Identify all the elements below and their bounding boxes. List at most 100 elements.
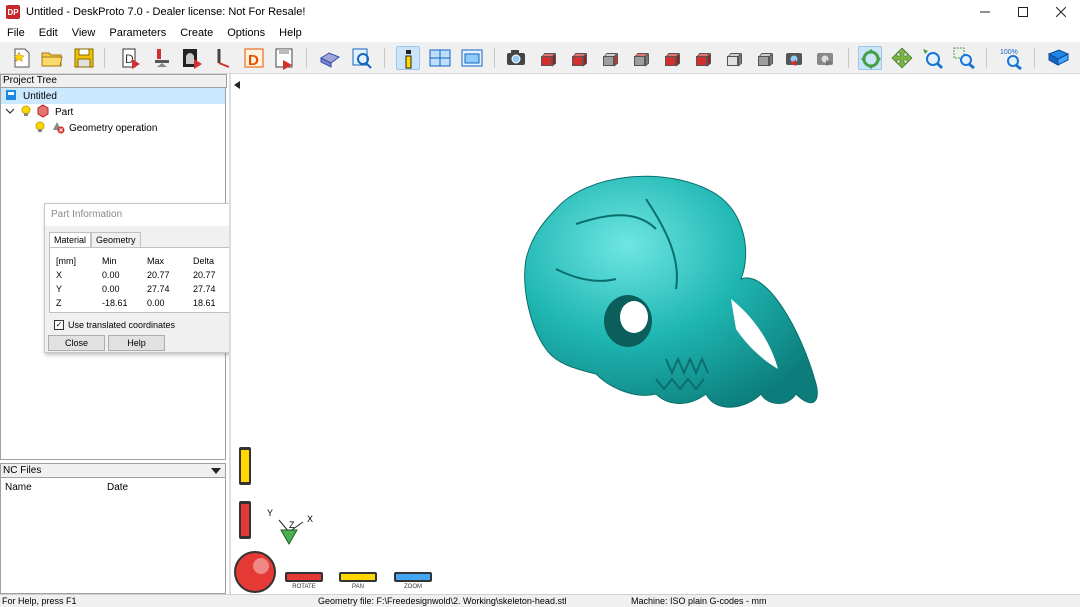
nc-files-list[interactable]: Name Date [0, 478, 226, 594]
tab-material[interactable]: Material [49, 232, 92, 248]
lightbulb-icon [35, 121, 47, 136]
window-view-icon[interactable] [460, 46, 484, 70]
status-machine: Machine: ISO plain G-codes - mm [631, 596, 767, 606]
cell-delta: 20.77 [193, 270, 216, 280]
dialog-title: Part Information [45, 204, 245, 226]
zoom-mode-icon[interactable] [920, 46, 944, 70]
close-button[interactable]: Close [48, 335, 105, 351]
zoom-100-icon[interactable]: 100% [1000, 46, 1024, 71]
project-parameters-icon[interactable]: D [118, 46, 142, 70]
axis-indicator-icon [278, 519, 304, 546]
cell-max: 0.00 [147, 298, 165, 308]
pan-control-label: PAN [352, 584, 364, 590]
zoom-control-icon[interactable] [393, 571, 433, 583]
previous-view-icon[interactable] [783, 46, 807, 70]
view-right-icon[interactable] [628, 46, 652, 70]
view-front-icon[interactable] [535, 46, 559, 70]
tab-body: [mm] Min Max Delta X 0.00 20.77 20.77 Y … [49, 247, 243, 313]
view-iso-icon[interactable] [721, 46, 745, 70]
part-parameters-icon[interactable] [150, 46, 174, 70]
header-max: Max [147, 256, 165, 266]
status-bar: For Help, press F1 Geometry file: F:\Fre… [0, 594, 1080, 607]
menu-edit[interactable]: Edit [32, 27, 65, 39]
lightbulb-icon [21, 105, 33, 120]
skull-model[interactable] [516, 169, 826, 439]
tab-geometry[interactable]: Geometry [91, 232, 141, 248]
project-icon [5, 89, 19, 104]
column-name[interactable]: Name [1, 481, 103, 495]
zoom-slider-icon[interactable] [238, 446, 252, 486]
operation-parameters-icon[interactable] [180, 46, 204, 70]
pan-mode-icon[interactable] [890, 46, 914, 70]
window-title: Untitled - DeskProto 7.0 - Dealer licens… [26, 6, 306, 18]
status-help: For Help, press F1 [2, 596, 77, 606]
column-date[interactable]: Date [103, 481, 128, 495]
nc-files-columns: Name Date [1, 481, 225, 495]
inspect-geometry-icon[interactable] [350, 46, 374, 70]
cell-min: 0.00 [102, 284, 120, 294]
menu-view[interactable]: View [65, 27, 103, 39]
tree-item-label: Part [55, 106, 74, 118]
header-unit: [mm] [56, 256, 76, 266]
save-icon[interactable] [72, 46, 96, 70]
part-information-icon[interactable] [396, 46, 420, 70]
open-folder-icon[interactable] [40, 46, 64, 70]
viewport[interactable]: Y Z X ROTATE PAN ZOOM [231, 74, 1080, 594]
tree-item-part[interactable]: Part [1, 103, 74, 120]
rotate-control-icon[interactable] [284, 571, 324, 583]
view-top-icon[interactable] [659, 46, 683, 70]
help-button[interactable]: Help [108, 335, 165, 351]
geometry-operation-icon [51, 120, 65, 137]
dialog-tabs: Material Geometry [49, 232, 141, 248]
close-icon[interactable] [1042, 0, 1080, 24]
zoom-control-label: ZOOM [404, 584, 422, 590]
split-view-icon[interactable] [428, 46, 452, 70]
menu-help[interactable]: Help [272, 27, 309, 39]
new-project-icon[interactable] [10, 46, 34, 70]
collapse-panel-icon[interactable] [234, 80, 240, 92]
nc-files-header: NC Files [0, 463, 226, 478]
chevron-down-icon[interactable] [5, 106, 17, 119]
view-iso2-icon[interactable] [752, 46, 776, 70]
checkmark-icon[interactable]: ✓ [54, 320, 64, 330]
title-bar: DP Untitled - DeskProto 7.0 - Dealer lic… [0, 0, 1080, 24]
cell-delta: 18.61 [193, 298, 216, 308]
show-geometry-icon[interactable] [318, 46, 342, 70]
cell-delta: 27.74 [193, 284, 216, 294]
next-view-icon[interactable] [814, 46, 838, 70]
axis-label-y: Y [267, 508, 274, 518]
svg-text:D: D [248, 52, 259, 69]
help-book-icon[interactable] [1046, 46, 1070, 70]
cell-min: -18.61 [102, 298, 128, 308]
maximize-icon[interactable] [1004, 0, 1042, 24]
toolpath-icon[interactable] [212, 46, 236, 70]
row-label: X [56, 270, 63, 280]
view-left-icon[interactable] [597, 46, 621, 70]
nc-program-icon[interactable]: D [242, 46, 266, 70]
cell-max: 27.74 [147, 284, 170, 294]
minimize-icon[interactable] [966, 0, 1004, 24]
camera-icon[interactable] [504, 46, 528, 70]
rotate-slider-icon[interactable] [238, 500, 252, 540]
tree-item-geometry-operation[interactable]: Geometry operation [1, 120, 157, 136]
save-nc-icon[interactable] [272, 46, 296, 70]
tree-item-untitled[interactable]: Untitled [1, 88, 225, 104]
menu-bar: File Edit View Parameters Create Options… [0, 24, 1080, 42]
rotation-dial-icon[interactable] [233, 548, 277, 594]
tree-item-label: Geometry operation [69, 122, 158, 134]
rotate-control-label: ROTATE [292, 584, 316, 590]
use-translated-checkbox[interactable]: ✓ Use translated coordinates [54, 320, 175, 330]
menu-options[interactable]: Options [220, 27, 272, 39]
menu-file[interactable]: File [0, 27, 32, 39]
app-icon: DP [6, 5, 20, 19]
header-delta: Delta [193, 256, 215, 266]
row-label: Z [56, 298, 62, 308]
menu-parameters[interactable]: Parameters [102, 27, 173, 39]
menu-create[interactable]: Create [173, 27, 220, 39]
rotate-mode-icon[interactable] [858, 46, 882, 70]
zoom-window-icon[interactable] [952, 46, 976, 70]
pan-control-icon[interactable] [338, 571, 378, 583]
view-bottom-icon[interactable] [690, 46, 714, 70]
view-back-icon[interactable] [566, 46, 590, 70]
axis-label-x: X [307, 514, 314, 524]
